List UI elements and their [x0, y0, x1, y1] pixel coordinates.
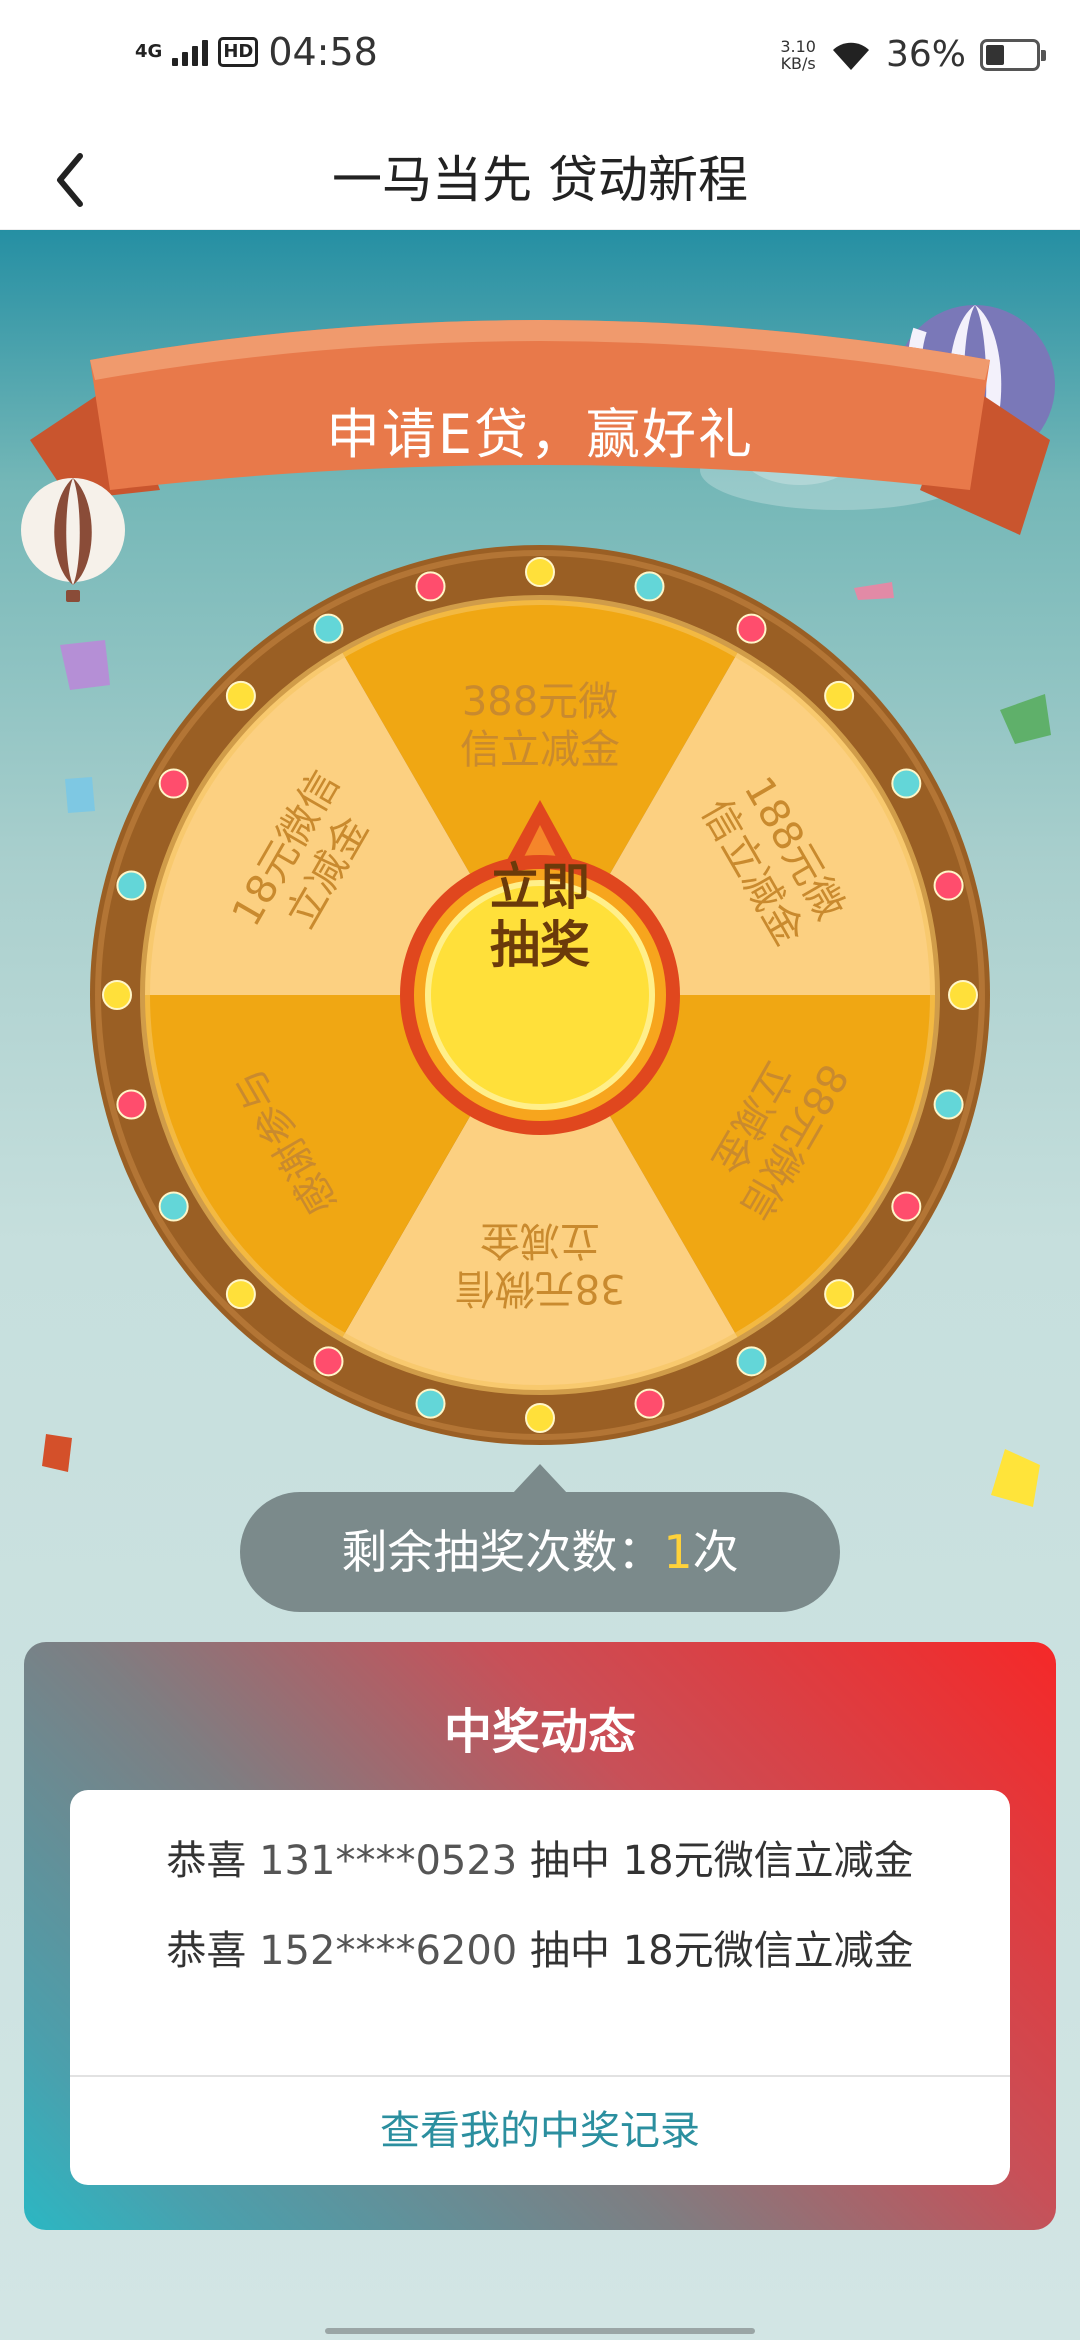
wheel-bulb — [933, 870, 964, 901]
prize-label: 38元微信 — [455, 1265, 626, 1311]
winner-phone: 152****6200 — [259, 1928, 518, 1974]
prize-label: 立减金 — [480, 1217, 600, 1263]
wheel-bulb — [158, 1191, 189, 1222]
wheel-bulb — [948, 980, 978, 1010]
confetti-icon — [42, 1434, 72, 1472]
wheel-bulb — [824, 680, 855, 711]
wheel-bulb — [891, 768, 922, 799]
hd-icon: HD — [218, 37, 259, 67]
wheel-bulb — [415, 1388, 446, 1419]
battery-percent: 36% — [885, 34, 966, 75]
prize-label: 388元微 — [462, 679, 618, 725]
wheel-bulb — [933, 1089, 964, 1120]
promo-banner: 申请E贷，赢好礼 — [30, 290, 1050, 540]
remaining-label: 剩余抽奖次数： — [341, 1525, 664, 1579]
home-indicator[interactable] — [325, 2328, 755, 2334]
wheel-bulb — [736, 613, 767, 644]
network-speed-value: 3.10 — [780, 36, 816, 56]
confetti-icon — [1000, 694, 1051, 744]
nav-bar: 一马当先 贷动新程 — [0, 118, 1080, 230]
wheel-bulb — [824, 1279, 855, 1310]
wheel-bulb — [225, 680, 256, 711]
signal-icon — [172, 38, 209, 66]
wheel-bulb — [415, 571, 446, 602]
spin-label-line2: 抽奖 — [490, 916, 590, 974]
wheel-bulb — [225, 1279, 256, 1310]
status-left: 4G HD 04:58 — [135, 30, 378, 74]
page-title: 一马当先 贷动新程 — [332, 151, 748, 209]
remaining-count: 1 — [663, 1525, 693, 1579]
remaining-unit: 次 — [692, 1525, 739, 1579]
view-my-records-link[interactable]: 查看我的中奖记录 — [70, 2077, 1010, 2185]
winner-prefix: 恭喜 — [166, 1838, 260, 1884]
wheel-bulb — [116, 870, 147, 901]
battery-icon — [980, 38, 1046, 71]
lottery-main: 申请E贷，赢好礼 388元微 信立减金 188元微 信立减金 88元微信 立减金 38元微信… — [0, 230, 1080, 2340]
network-type: 4G — [135, 41, 163, 62]
wheel-bulb — [525, 557, 555, 587]
wheel-bulb — [525, 1403, 555, 1433]
wheel-bulb — [158, 768, 189, 799]
confetti-icon — [991, 1449, 1040, 1507]
winner-item: 恭喜 131****0523 抽中 18元微信立减金 — [70, 1828, 1010, 1886]
spin-button[interactable]: 立即 抽奖 — [430, 800, 650, 1020]
wheel-bulb — [313, 1346, 344, 1377]
status-bar: 4G HD 04:58 3.10 KB/s 36% — [0, 0, 1080, 118]
winner-phone: 131****0523 — [259, 1838, 518, 1884]
wheel-bulb — [634, 571, 665, 602]
winners-title: 中奖动态 — [443, 1704, 636, 1760]
spin-label-line1: 立即 — [490, 858, 590, 916]
status-right: 3.10 KB/s 36% — [780, 34, 1046, 75]
wheel-bulb — [891, 1191, 922, 1222]
spin-button-label: 立即 抽奖 — [430, 858, 650, 974]
winners-panel: 中奖动态 恭喜 131****0523 抽中 18元微信立减金 恭喜 152**… — [24, 1642, 1056, 2230]
wifi-icon — [832, 42, 869, 70]
wheel-bulb — [102, 980, 132, 1010]
winner-prefix: 恭喜 — [166, 1928, 260, 1974]
wheel-bulb — [313, 613, 344, 644]
prize-label: 信立减金 — [460, 727, 620, 773]
winner-prize: 抽中 18元微信立减金 — [517, 1928, 914, 1974]
clock: 04:58 — [268, 30, 378, 74]
winners-card: 恭喜 131****0523 抽中 18元微信立减金 恭喜 152****620… — [70, 1790, 1010, 2185]
network-speed: 3.10 KB/s — [780, 38, 816, 72]
wheel-bulb — [736, 1346, 767, 1377]
winner-item: 恭喜 152****6200 抽中 18元微信立减金 — [70, 1918, 1010, 1976]
winner-prize: 抽中 18元微信立减金 — [517, 1838, 914, 1884]
wheel-bulb — [634, 1388, 665, 1419]
wheel-bulb — [116, 1089, 147, 1120]
network-speed-unit: KB/s — [780, 53, 816, 73]
banner-text: 申请E贷，赢好礼 — [325, 403, 755, 466]
remaining-count-pill: 剩余抽奖次数：1次 — [240, 1464, 840, 1612]
